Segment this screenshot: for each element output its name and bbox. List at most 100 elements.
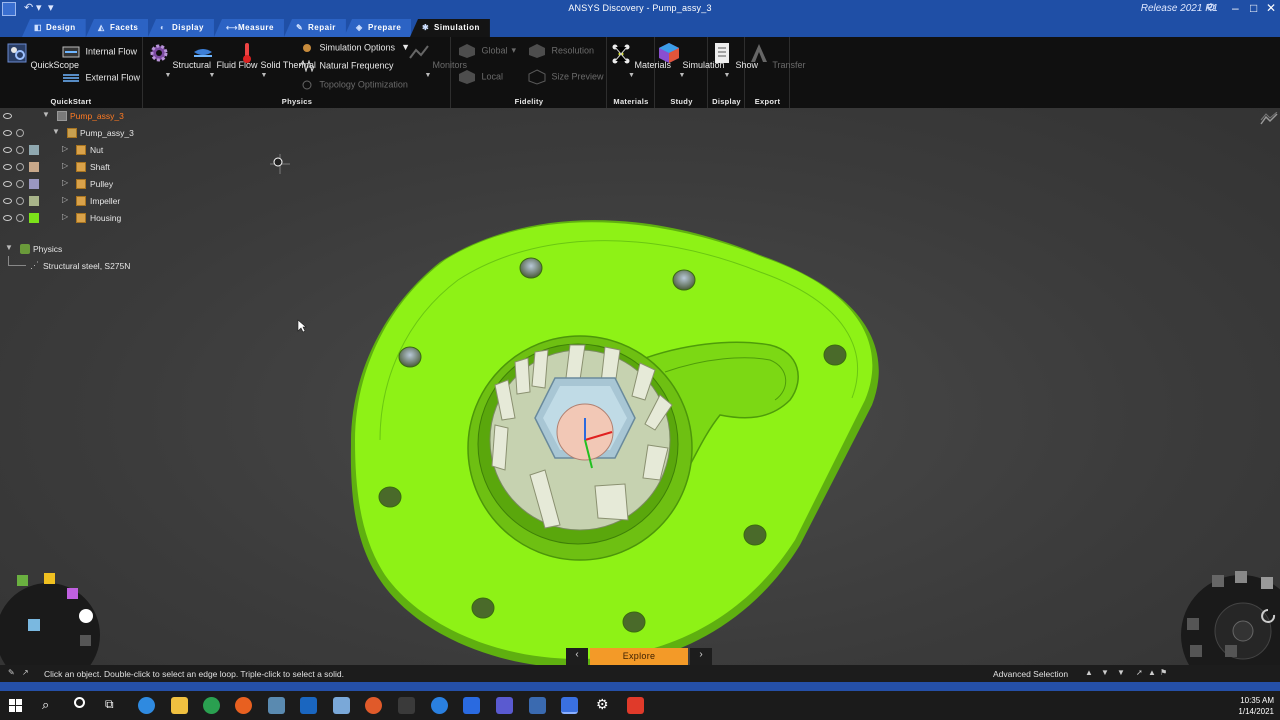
teams-icon[interactable] — [496, 697, 513, 714]
collapse-icon[interactable]: ▼ — [5, 243, 13, 252]
search-icon[interactable]: ⌕ — [42, 697, 49, 713]
simulation-options-button[interactable]: Simulation Options ▼ — [300, 42, 410, 54]
global-fidelity-button[interactable]: Global ▾ — [458, 43, 516, 59]
collapse-icon[interactable]: ▼ — [52, 127, 60, 136]
materials-button[interactable]: Materials ▼ — [610, 42, 671, 79]
tree-item-impeller[interactable]: ▷ Impeller — [0, 195, 160, 211]
tab-prepare[interactable]: ◈ Prepare — [344, 19, 412, 37]
app-icon[interactable] — [333, 697, 350, 714]
file-explorer-icon[interactable] — [171, 697, 188, 714]
explore-mode-label[interactable]: Explore — [590, 648, 688, 665]
filter-graph-icon[interactable] — [1260, 112, 1278, 126]
expand-icon[interactable]: ▷ — [62, 161, 68, 170]
show-button[interactable]: Show ▼ — [711, 42, 758, 79]
explore-next-button[interactable]: › — [690, 648, 712, 665]
visibility-eye-icon[interactable] — [3, 215, 12, 221]
natural-frequency-button[interactable]: Natural Frequency — [300, 60, 394, 72]
tree-item-shaft[interactable]: ▷ Shaft — [0, 161, 160, 177]
topology-optimization-button[interactable]: Topology Optimization — [300, 79, 408, 91]
chevron-down-icon[interactable]: ▼ — [192, 72, 232, 79]
visibility-eye-icon[interactable] — [3, 198, 12, 204]
structural-button[interactable]: Structural ▼ — [148, 42, 211, 79]
cortana-icon[interactable] — [74, 697, 85, 708]
tab-repair[interactable]: ✎ Repair — [284, 19, 346, 37]
app-icon[interactable] — [398, 697, 415, 714]
tree-item-pulley[interactable]: ▷ Pulley — [0, 178, 160, 194]
color-swatch[interactable] — [29, 145, 39, 155]
chevron-down-icon[interactable]: ▼ — [610, 72, 653, 79]
status-arrow-icon[interactable]: ↗ — [22, 668, 29, 677]
visibility-eye-icon[interactable] — [3, 113, 12, 119]
chevron-down-icon[interactable]: ▼ — [148, 72, 188, 79]
isolate-radio-icon[interactable] — [16, 129, 24, 137]
filter-icon[interactable]: ⚑ — [1160, 668, 1167, 677]
expand-icon[interactable]: ▷ — [62, 212, 68, 221]
tab-simulation[interactable]: ✱ Simulation — [410, 19, 490, 37]
selection-menu-icon[interactable]: ▼ — [1117, 668, 1125, 677]
local-fidelity-button[interactable]: Local — [458, 69, 503, 85]
collapse-icon[interactable]: ▼ — [42, 110, 50, 119]
chevron-down-icon[interactable]: ▼ — [236, 72, 292, 79]
tree-root[interactable]: ▼ Pump_assy_3 — [0, 110, 160, 126]
status-tool-icon[interactable]: ✎ — [8, 668, 15, 677]
simulation-button[interactable]: Simulation ▼ — [658, 42, 725, 79]
isolate-radio-icon[interactable] — [16, 214, 24, 222]
minimize-button[interactable]: – — [1232, 1, 1239, 15]
settings-icon[interactable]: ⚙ — [1206, 1, 1216, 14]
task-view-icon[interactable]: ⧉ — [105, 697, 114, 712]
maximize-button[interactable]: □ — [1250, 1, 1257, 15]
visibility-eye-icon[interactable] — [3, 164, 12, 170]
app-icon[interactable] — [627, 697, 644, 714]
tree-material[interactable]: ⋰ Structural steel, S275N — [0, 256, 200, 276]
expand-icon[interactable]: ▷ — [62, 178, 68, 187]
outlook-icon[interactable] — [300, 697, 317, 714]
settings-gear-icon[interactable]: ⚙ — [596, 696, 609, 713]
firefox-icon[interactable] — [235, 697, 252, 714]
fluid-flow-button[interactable]: Fluid Flow ▼ — [192, 42, 258, 79]
resolution-button[interactable]: Resolution — [528, 43, 594, 59]
3d-viewport[interactable]: ▼ Pump_assy_3 ▼ Pump_assy_3 ▷ Nut ▷ Shaf… — [0, 108, 1280, 665]
monitors-button[interactable]: Monitors ▼ — [408, 42, 467, 79]
selection-up-icon[interactable]: ▲ — [1085, 668, 1093, 677]
tab-facets[interactable]: ◭ Facets — [86, 19, 149, 37]
app-icon[interactable] — [268, 697, 285, 714]
visibility-eye-icon[interactable] — [3, 147, 12, 153]
pump-housing-model[interactable] — [330, 208, 890, 665]
tab-measure[interactable]: ⟷Measure — [214, 19, 284, 37]
close-button[interactable]: ✕ — [1266, 1, 1276, 15]
isolate-radio-icon[interactable] — [16, 146, 24, 154]
tool-wheel-graphic[interactable] — [1175, 563, 1280, 665]
explore-prev-button[interactable]: ‹ — [566, 648, 588, 665]
tree-assembly[interactable]: ▼ Pump_assy_3 — [0, 127, 160, 143]
visibility-eye-icon[interactable] — [3, 130, 12, 136]
app-icon[interactable] — [365, 697, 382, 714]
isolate-radio-icon[interactable] — [16, 197, 24, 205]
phone-icon[interactable] — [431, 697, 448, 714]
tree-item-housing[interactable]: ▷ Housing — [0, 212, 160, 228]
tree-item-nut[interactable]: ▷ Nut — [0, 144, 160, 160]
quickscope-button[interactable]: QuickScope — [6, 42, 79, 70]
tab-display[interactable]: ◐ Display — [148, 19, 214, 37]
color-swatch[interactable] — [29, 196, 39, 206]
windows-start-icon[interactable] — [9, 699, 22, 712]
color-swatch[interactable] — [29, 179, 39, 189]
isolate-radio-icon[interactable] — [16, 163, 24, 171]
solid-thermal-button[interactable]: Solid Thermal ▼ — [236, 42, 316, 79]
app-icon[interactable] — [463, 697, 480, 714]
chevron-down-icon[interactable]: ▼ — [408, 72, 448, 79]
size-preview-button[interactable]: Size Preview — [528, 69, 604, 85]
up-icon[interactable]: ▲ — [1148, 668, 1156, 677]
cursor-mode-icon[interactable]: ➚ — [1136, 668, 1143, 677]
expand-icon[interactable]: ▷ — [62, 144, 68, 153]
external-flow-button[interactable]: External Flow — [62, 71, 140, 85]
color-swatch[interactable] — [29, 213, 39, 223]
chevron-down-icon[interactable]: ▼ — [658, 72, 706, 79]
isolate-radio-icon[interactable] — [16, 180, 24, 188]
tab-design[interactable]: ◧ Design — [22, 19, 86, 37]
expand-icon[interactable]: ▷ — [62, 195, 68, 204]
color-swatch[interactable] — [29, 162, 39, 172]
selection-mode-label[interactable]: Advanced Selection — [993, 669, 1068, 679]
chevron-down-icon[interactable]: ▼ — [711, 72, 743, 79]
ansys-discovery-taskbar-icon[interactable] — [561, 697, 578, 714]
app-icon[interactable] — [529, 697, 546, 714]
